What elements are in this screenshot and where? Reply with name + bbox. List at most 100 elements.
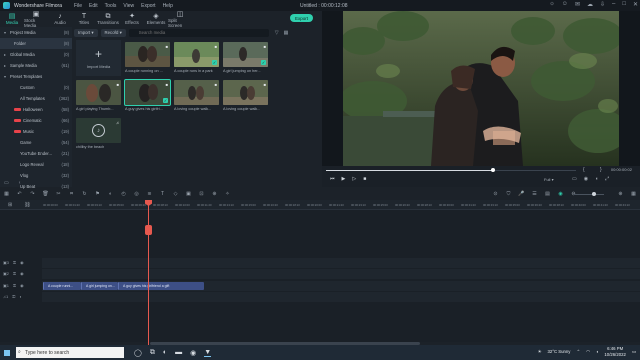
playhead[interactable]	[148, 200, 149, 346]
sidebar-item-cinematic[interactable]: Cinematic (66)	[0, 115, 72, 126]
file-explorer-icon[interactable]: ▬	[175, 349, 182, 357]
import-media-tile[interactable]: + Import Media	[76, 40, 121, 76]
minimize-icon[interactable]: –	[612, 1, 615, 8]
media-clip[interactable]: ■ ✓ A couple runs in a park	[174, 42, 219, 79]
empty-track[interactable]	[42, 258, 640, 268]
rotate-icon[interactable]: ↻	[78, 191, 91, 197]
tray-expand-icon[interactable]: ⌃	[576, 349, 580, 355]
sidebar-item-logo-reveal[interactable]: Logo Reveal (18)	[0, 159, 72, 170]
lock-icon[interactable]: ⚿	[12, 294, 15, 299]
close-icon[interactable]: ✕	[633, 1, 638, 8]
menu-export[interactable]: Export	[141, 3, 155, 9]
step-back-icon[interactable]: ⏮	[330, 176, 335, 182]
ai-icon[interactable]: ✧	[221, 191, 234, 197]
sidebar-item-sample-media[interactable]: ▸ Sample Media (61)	[0, 60, 72, 71]
volume-icon[interactable]: ◖	[595, 176, 598, 182]
audio-wave-icon[interactable]: ≋	[143, 191, 156, 197]
add-folder-icon[interactable]: ▭	[4, 180, 9, 186]
speaker-icon[interactable]: ◖	[19, 294, 21, 299]
taskbar-search[interactable]: ⌕ Type here to search	[16, 347, 124, 358]
motion-icon[interactable]: ⊕	[208, 191, 221, 197]
maximize-icon[interactable]: □	[622, 1, 626, 8]
media-clip[interactable]: ■ A loving couple walk...	[223, 80, 268, 117]
sidebar-item-project-media[interactable]: ▾ Project Media (8)	[0, 27, 72, 38]
stabilize-icon[interactable]: ⊡	[195, 191, 208, 197]
timeline-clip[interactable]: A couple runni...	[43, 282, 81, 290]
camera-icon[interactable]: ◉	[584, 176, 588, 182]
tab-transitions[interactable]: ⧉ Transitions	[96, 11, 120, 27]
mic-icon[interactable]: 🎤	[515, 191, 528, 197]
weather-icon[interactable]: ☀	[538, 349, 542, 355]
chrome-icon[interactable]: ◉	[190, 349, 196, 357]
shield-icon[interactable]: ⛉	[502, 191, 515, 197]
zoom-handle[interactable]	[592, 192, 596, 196]
list-icon[interactable]: ☰	[528, 191, 541, 197]
media-clip[interactable]: ■ A couple running on ...	[125, 42, 170, 79]
undo-icon[interactable]: ↶	[13, 191, 26, 197]
filmora-taskbar-icon[interactable]: ▼	[204, 349, 212, 357]
scrubber-handle[interactable]	[491, 168, 495, 172]
zoom-slider[interactable]	[574, 192, 604, 196]
media-audio[interactable]: ♪ ♫ chillby the beach	[76, 118, 121, 155]
snap-layout-icon[interactable]: ⧉	[150, 349, 155, 357]
tab-elements[interactable]: ◈ Elements	[144, 11, 168, 27]
grid-icon[interactable]: ▦	[0, 191, 13, 197]
timeline-clip[interactable]: A guy gives his girlfriend a gift	[118, 282, 204, 290]
windows-start-icon[interactable]	[4, 349, 10, 356]
collapse-icon[interactable]: ‹	[19, 180, 21, 186]
sidebar-item-halloween[interactable]: Halloween (58)	[0, 104, 72, 115]
fullscreen-icon[interactable]: ⤢	[605, 176, 609, 182]
sidebar-item-music[interactable]: Music (19)	[0, 126, 72, 137]
search-input[interactable]	[128, 28, 269, 37]
tab-split-screen[interactable]: ◫ Split Screen	[168, 11, 192, 28]
preview-scrubber[interactable]	[326, 168, 576, 172]
mail-icon[interactable]: ✉	[575, 1, 580, 8]
volume-icon[interactable]: ◖	[596, 349, 599, 354]
media-clip[interactable]: ■ A loving couple walk...	[174, 80, 219, 117]
lock-icon[interactable]: ⚿	[13, 271, 16, 276]
export-button[interactable]: Export	[290, 14, 313, 22]
wifi-icon[interactable]: ◠	[586, 349, 590, 355]
monitor-icon[interactable]: ▭	[572, 176, 577, 182]
lock-icon[interactable]: ⚿	[13, 283, 16, 288]
sidebar-item-global-media[interactable]: ▸ Global Media (0)	[0, 49, 72, 60]
snap-icon[interactable]: ◉	[554, 191, 567, 197]
keyframe-icon[interactable]: ◇	[169, 191, 182, 197]
quality-dropdown[interactable]: Full ▾	[544, 177, 554, 182]
tab-audio[interactable]: ♪ Audio	[48, 11, 72, 27]
grid-view-icon[interactable]: ▦	[284, 30, 289, 36]
import-dropdown[interactable]: Import ▾	[74, 28, 98, 37]
redo-icon[interactable]: ↷	[26, 191, 39, 197]
sidebar-item-custom[interactable]: Custom (0)	[0, 82, 72, 93]
sidebar-item-folder[interactable]: Folder (8)	[0, 38, 72, 49]
lightbulb-icon[interactable]: ☼	[549, 1, 555, 8]
edge-icon[interactable]: ◐	[163, 349, 167, 357]
menu-edit[interactable]: Edit	[89, 3, 98, 9]
marker-icon[interactable]: ⚑	[91, 191, 104, 197]
timeline-ruler[interactable]: 00:00:00:00 00:00:01:20 00:00:03:10 00:00:0…	[0, 200, 640, 210]
filter-icon[interactable]: ▽	[275, 30, 279, 36]
sidebar-item-game[interactable]: Game (54)	[0, 137, 72, 148]
add-track-icon[interactable]: ⊞	[8, 202, 12, 208]
user-icon[interactable]: ☺	[562, 1, 568, 8]
lock-icon[interactable]: ⚿	[13, 260, 16, 265]
empty-track[interactable]	[42, 269, 640, 279]
task-view-icon[interactable]: ◯	[134, 349, 142, 357]
tab-effects[interactable]: ✦ Effects	[120, 11, 144, 27]
stop-icon[interactable]: ■	[363, 176, 366, 182]
eye-icon[interactable]: ◉	[20, 271, 24, 276]
eye-icon[interactable]: ◉	[20, 283, 24, 288]
sidebar-item-all-templates[interactable]: All Templates (362)	[0, 93, 72, 104]
tab-media[interactable]: ▤ Media	[0, 11, 24, 27]
crop-icon[interactable]: ⌗	[65, 191, 78, 197]
preview-video-frame[interactable]	[343, 11, 619, 166]
sidebar-item-youtube-ender[interactable]: YouTube Ender... (21)	[0, 148, 72, 159]
notification-icon[interactable]: ▭	[632, 349, 636, 355]
play-pause-icon[interactable]: ▶	[342, 176, 346, 182]
render-icon[interactable]: ⊙	[489, 191, 502, 197]
tab-titles[interactable]: T Titles	[72, 11, 96, 27]
delete-icon[interactable]: 🗑	[39, 191, 52, 197]
media-clip[interactable]: ■ ✓ A girl jumping on her...	[223, 42, 268, 79]
menu-tools[interactable]: Tools	[105, 3, 117, 9]
link-icon[interactable]: ⛓	[24, 202, 30, 208]
